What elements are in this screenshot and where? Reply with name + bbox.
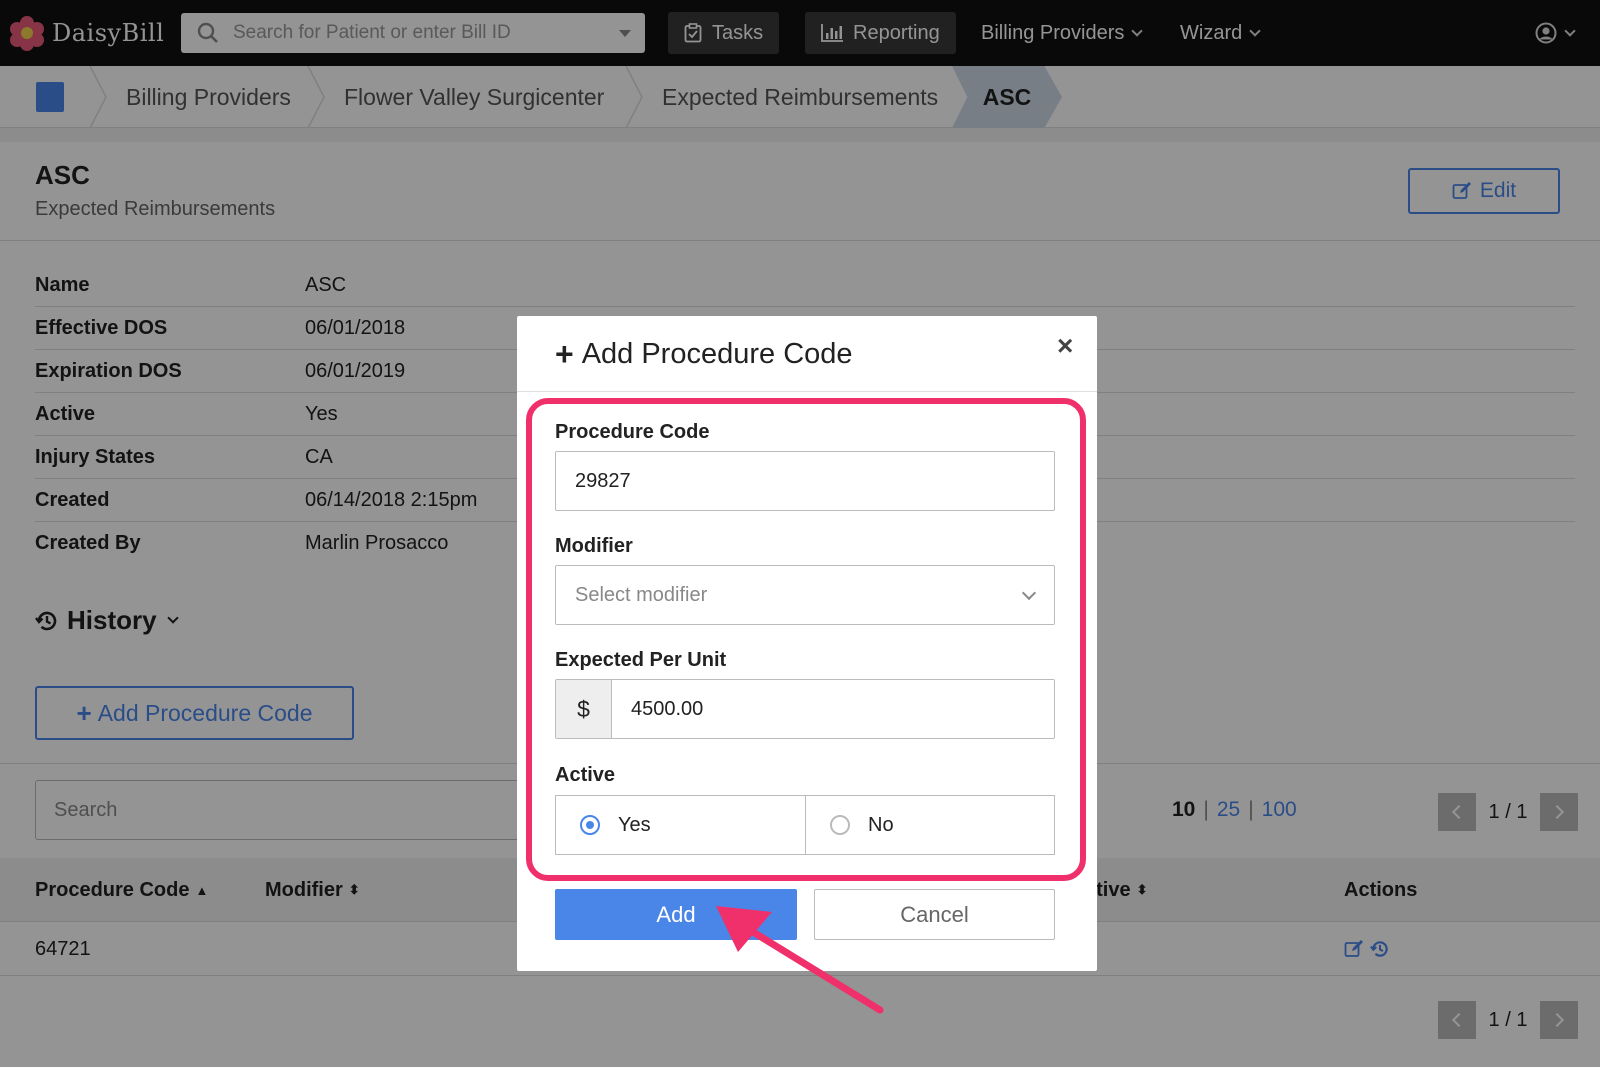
chevron-down-icon	[1021, 585, 1037, 601]
modifier-placeholder: Select modifier	[575, 583, 708, 606]
plus-icon: +	[555, 336, 574, 372]
radio-selected-icon	[580, 815, 600, 835]
modal-title-text: Add Procedure Code	[581, 338, 853, 370]
procedure-code-label: Procedure Code	[555, 421, 710, 443]
active-yes-label: Yes	[618, 813, 651, 836]
active-no-option[interactable]: No	[805, 796, 1054, 854]
close-icon[interactable]: ×	[1057, 330, 1073, 362]
annotation-arrow-icon	[716, 906, 884, 1014]
expected-per-unit-field[interactable]: $ 4500.00	[555, 679, 1055, 739]
procedure-code-field[interactable]: 29827	[555, 451, 1055, 511]
modal-title: + Add Procedure Code	[555, 336, 853, 373]
active-radio-group: Yes No	[555, 795, 1055, 855]
active-no-label: No	[868, 813, 894, 836]
active-label: Active	[555, 764, 616, 786]
procedure-code-value: 29827	[575, 469, 631, 492]
currency-addon: $	[556, 680, 612, 738]
modifier-label: Modifier	[555, 535, 633, 557]
add-procedure-code-modal: + Add Procedure Code × Procedure Code 29…	[517, 316, 1097, 971]
modal-header: + Add Procedure Code ×	[517, 316, 1097, 392]
expected-per-unit-label: Expected Per Unit	[555, 649, 727, 671]
expected-per-unit-value: 4500.00	[631, 697, 704, 720]
modifier-select[interactable]: Select modifier	[555, 565, 1055, 625]
active-yes-option[interactable]: Yes	[556, 796, 805, 854]
radio-unselected-icon	[830, 815, 850, 835]
